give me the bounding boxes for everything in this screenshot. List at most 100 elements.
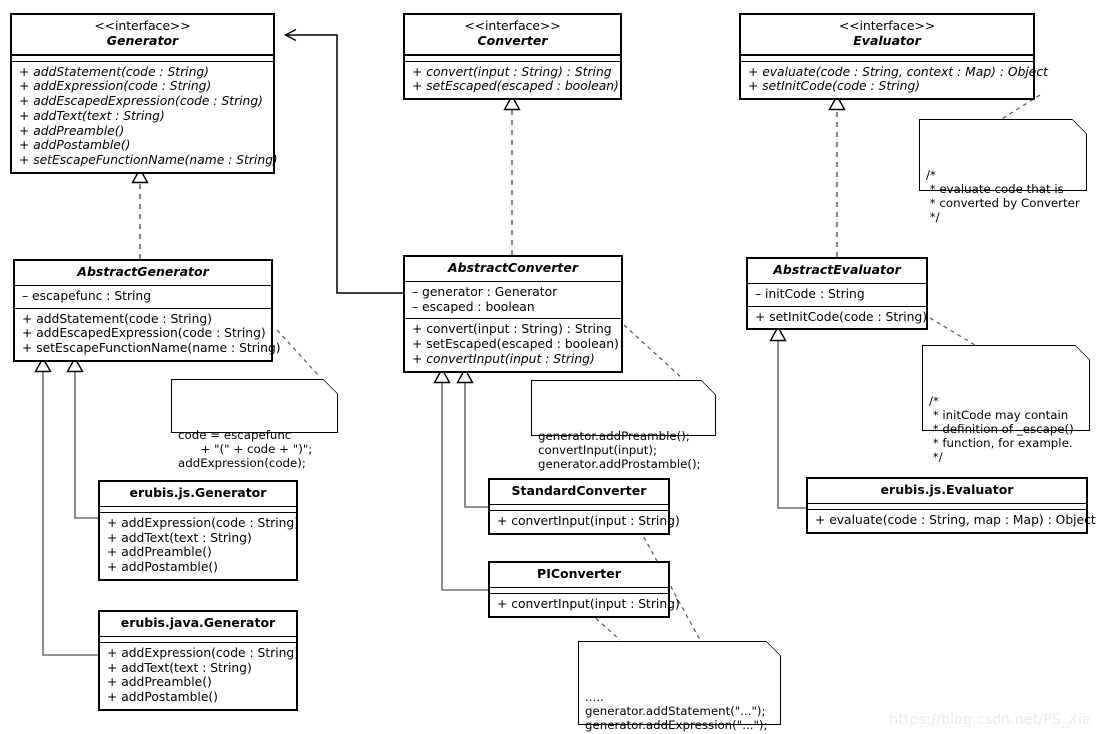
- member-row: + setInitCode(code : String): [748, 79, 921, 94]
- operations-compartment-abstract-generator: + addStatement(code : String) + addEscap…: [15, 309, 281, 360]
- member-row: + addEscapedExpression(code : String): [22, 326, 266, 341]
- operations-compartment-abstract-evaluator: + setInitCode(code : String): [748, 307, 928, 329]
- class-name-label: erubis.java.Generator: [120, 615, 276, 630]
- member-row: + addPostamble(): [107, 690, 218, 705]
- class-header-evaluator: <<interface>> Evaluator: [741, 15, 1033, 54]
- stereotype-label: <<interface>>: [464, 18, 561, 33]
- member-row: + addEscapedExpression(code : String): [19, 94, 263, 109]
- member-row: + setEscapeFunctionName(name : String): [22, 341, 281, 356]
- generalization-piconverter-abstractconverter: [433, 367, 488, 591]
- member-row: + addText(text : String): [19, 108, 165, 123]
- generalization-jsevaluator-abstractevaluator: [769, 325, 806, 509]
- attribute-row: – escapefunc : String: [22, 288, 152, 303]
- operations-compartment-java-generator: + addExpression(code : String) + addText…: [100, 643, 300, 709]
- member-row: + addPostamble(): [107, 560, 218, 575]
- uml-diagram-canvas: Generator -->: [0, 0, 1099, 734]
- note-fold-corner: [701, 380, 716, 395]
- realization-abstractgenerator-generator: [131, 167, 149, 259]
- generalization-standardconverter-abstractconverter: [456, 367, 488, 508]
- member-row: + evaluate(code : String, map : Map) : O…: [815, 512, 1096, 527]
- class-box-converter-interface[interactable]: <<interface>> Converter + convert(input …: [403, 13, 622, 101]
- note-text: ..... generator.addStatement("..."); gen…: [585, 689, 768, 734]
- class-header-java-generator: erubis.java.Generator: [100, 612, 296, 636]
- class-name-label: Evaluator: [853, 32, 921, 48]
- class-header-abstract-converter: AbstractConverter: [405, 257, 621, 281]
- member-row: + evaluate(code : String, context : Map)…: [748, 64, 1048, 79]
- class-box-abstract-converter[interactable]: AbstractConverter – generator : Generato…: [403, 255, 623, 373]
- class-header-generator: <<interface>> Generator: [12, 15, 273, 54]
- member-row: + addText(text : String): [107, 660, 252, 675]
- member-row: + setInitCode(code : String): [755, 309, 928, 324]
- note-text: code = escapefunc + "(" + code + ")"; ad…: [178, 427, 313, 471]
- generalization-javagenerator-abstractgenerator: [34, 356, 98, 656]
- note-fold-corner: [323, 379, 338, 394]
- class-box-generator-interface[interactable]: <<interface>> Generator + addStatement(c…: [10, 13, 278, 175]
- member-row: + setEscapeFunctionName(name : String): [19, 153, 278, 168]
- member-row: + setEscaped(escaped : boolean): [412, 337, 619, 352]
- attribute-row: – escaped : boolean: [412, 299, 535, 314]
- member-row: + addStatement(code : String): [19, 64, 209, 79]
- member-row: + addStatement(code : String): [22, 311, 212, 326]
- note-converter-implementation: ..... generator.addStatement("..."); gen…: [578, 641, 781, 734]
- note-fold-corner: [1075, 345, 1090, 360]
- class-box-abstract-generator[interactable]: AbstractGenerator – escapefunc : String …: [13, 259, 281, 362]
- member-row: + addPreamble(): [19, 123, 125, 138]
- note-fold-corner: [766, 641, 781, 656]
- stereotype-label: <<interface>>: [838, 18, 936, 33]
- class-name-label: PIConverter: [537, 566, 621, 581]
- stereotype-label: <<interface>>: [94, 18, 191, 33]
- note-initcode-comment: /* * initCode may contain * definition o…: [922, 345, 1090, 464]
- generalization-jsgenerator-abstractgenerator: [66, 356, 98, 519]
- class-header-abstract-evaluator: AbstractEvaluator: [748, 259, 926, 283]
- note-convert-sequence: generator.addPreamble(); convertInput(in…: [531, 380, 716, 471]
- note-text: /* * initCode may contain * definition o…: [929, 393, 1074, 465]
- member-row: + convert(input : String) : String: [412, 322, 612, 337]
- member-row: + addExpression(code : String): [107, 515, 300, 530]
- operations-compartment-js-evaluator: + evaluate(code : String, map : Map) : O…: [808, 510, 1096, 532]
- member-row: + addText(text : String): [107, 530, 252, 545]
- member-row: + addPostamble(): [19, 138, 131, 153]
- member-row: + setEscaped(escaped : boolean): [412, 79, 619, 94]
- class-box-evaluator-interface[interactable]: <<interface>> Evaluator + evaluate(code …: [739, 13, 1048, 101]
- member-row: + addPreamble(): [107, 675, 212, 690]
- class-box-pi-converter[interactable]: PIConverter + convertInput(input : Strin…: [488, 561, 680, 618]
- class-header-abstract-generator: AbstractGenerator: [15, 261, 271, 285]
- operations-compartment-abstract-converter: + convert(input : String) : String + set…: [405, 319, 621, 370]
- class-name-label: AbstractEvaluator: [773, 262, 901, 277]
- watermark-label: https://blog.csdn.net/PS_Xie: [889, 712, 1091, 728]
- realization-abstractevaluator-evaluator: [828, 94, 846, 257]
- operations-compartment-evaluator: + evaluate(code : String, context : Map)…: [741, 62, 1048, 99]
- class-name-label: Converter: [477, 32, 548, 48]
- attributes-compartment-abstract-converter: – generator : Generator – escaped : bool…: [405, 282, 621, 319]
- operations-compartment-pi-converter: + convertInput(input : String): [490, 594, 680, 616]
- attribute-row: – initCode : String: [755, 286, 865, 301]
- realization-abstractconverter-converter: [503, 94, 521, 255]
- note-escape-code: code = escapefunc + "(" + code + ")"; ad…: [171, 379, 338, 470]
- member-row: + addExpression(code : String): [107, 645, 300, 660]
- note-evaluator-comment: /* * evaluate code that is * converted b…: [919, 119, 1087, 224]
- attribute-row: – generator : Generator: [412, 284, 558, 299]
- operations-compartment-generator: + addStatement(code : String) + addExpre…: [12, 62, 278, 173]
- operations-compartment-standard-converter: + convertInput(input : String): [490, 511, 680, 533]
- note-fold-corner: [1072, 119, 1087, 134]
- class-name-label: AbstractConverter: [447, 260, 579, 275]
- class-name-label: AbstractGenerator: [77, 264, 209, 279]
- member-row: + convertInput(input : String): [497, 513, 680, 528]
- member-row: + convertInput(input : String): [497, 596, 680, 611]
- attributes-compartment-abstract-generator: – escapefunc : String: [15, 286, 271, 308]
- member-row: + addPreamble(): [107, 545, 212, 560]
- note-text: /* * evaluate code that is * converted b…: [926, 167, 1080, 225]
- note-text: generator.addPreamble(); convertInput(in…: [538, 428, 701, 472]
- class-header-converter: <<interface>> Converter: [405, 15, 620, 54]
- composition-abstractconverter-generator: [283, 28, 421, 300]
- class-box-abstract-evaluator[interactable]: AbstractEvaluator – initCode : String + …: [746, 257, 928, 331]
- member-row: + convert(input : String) : String: [412, 64, 612, 79]
- class-header-pi-converter: PIConverter: [490, 563, 668, 587]
- class-box-java-generator[interactable]: erubis.java.Generator + addExpression(co…: [98, 610, 300, 711]
- class-name-label: Generator: [106, 32, 179, 48]
- attributes-compartment-abstract-evaluator: – initCode : String: [748, 284, 926, 306]
- member-row: + addExpression(code : String): [19, 79, 212, 94]
- operations-compartment-js-generator: + addExpression(code : String) + addText…: [100, 513, 300, 579]
- member-row: + convertInput(input : String): [412, 351, 595, 366]
- operations-compartment-converter: + convert(input : String) : String + set…: [405, 62, 620, 99]
